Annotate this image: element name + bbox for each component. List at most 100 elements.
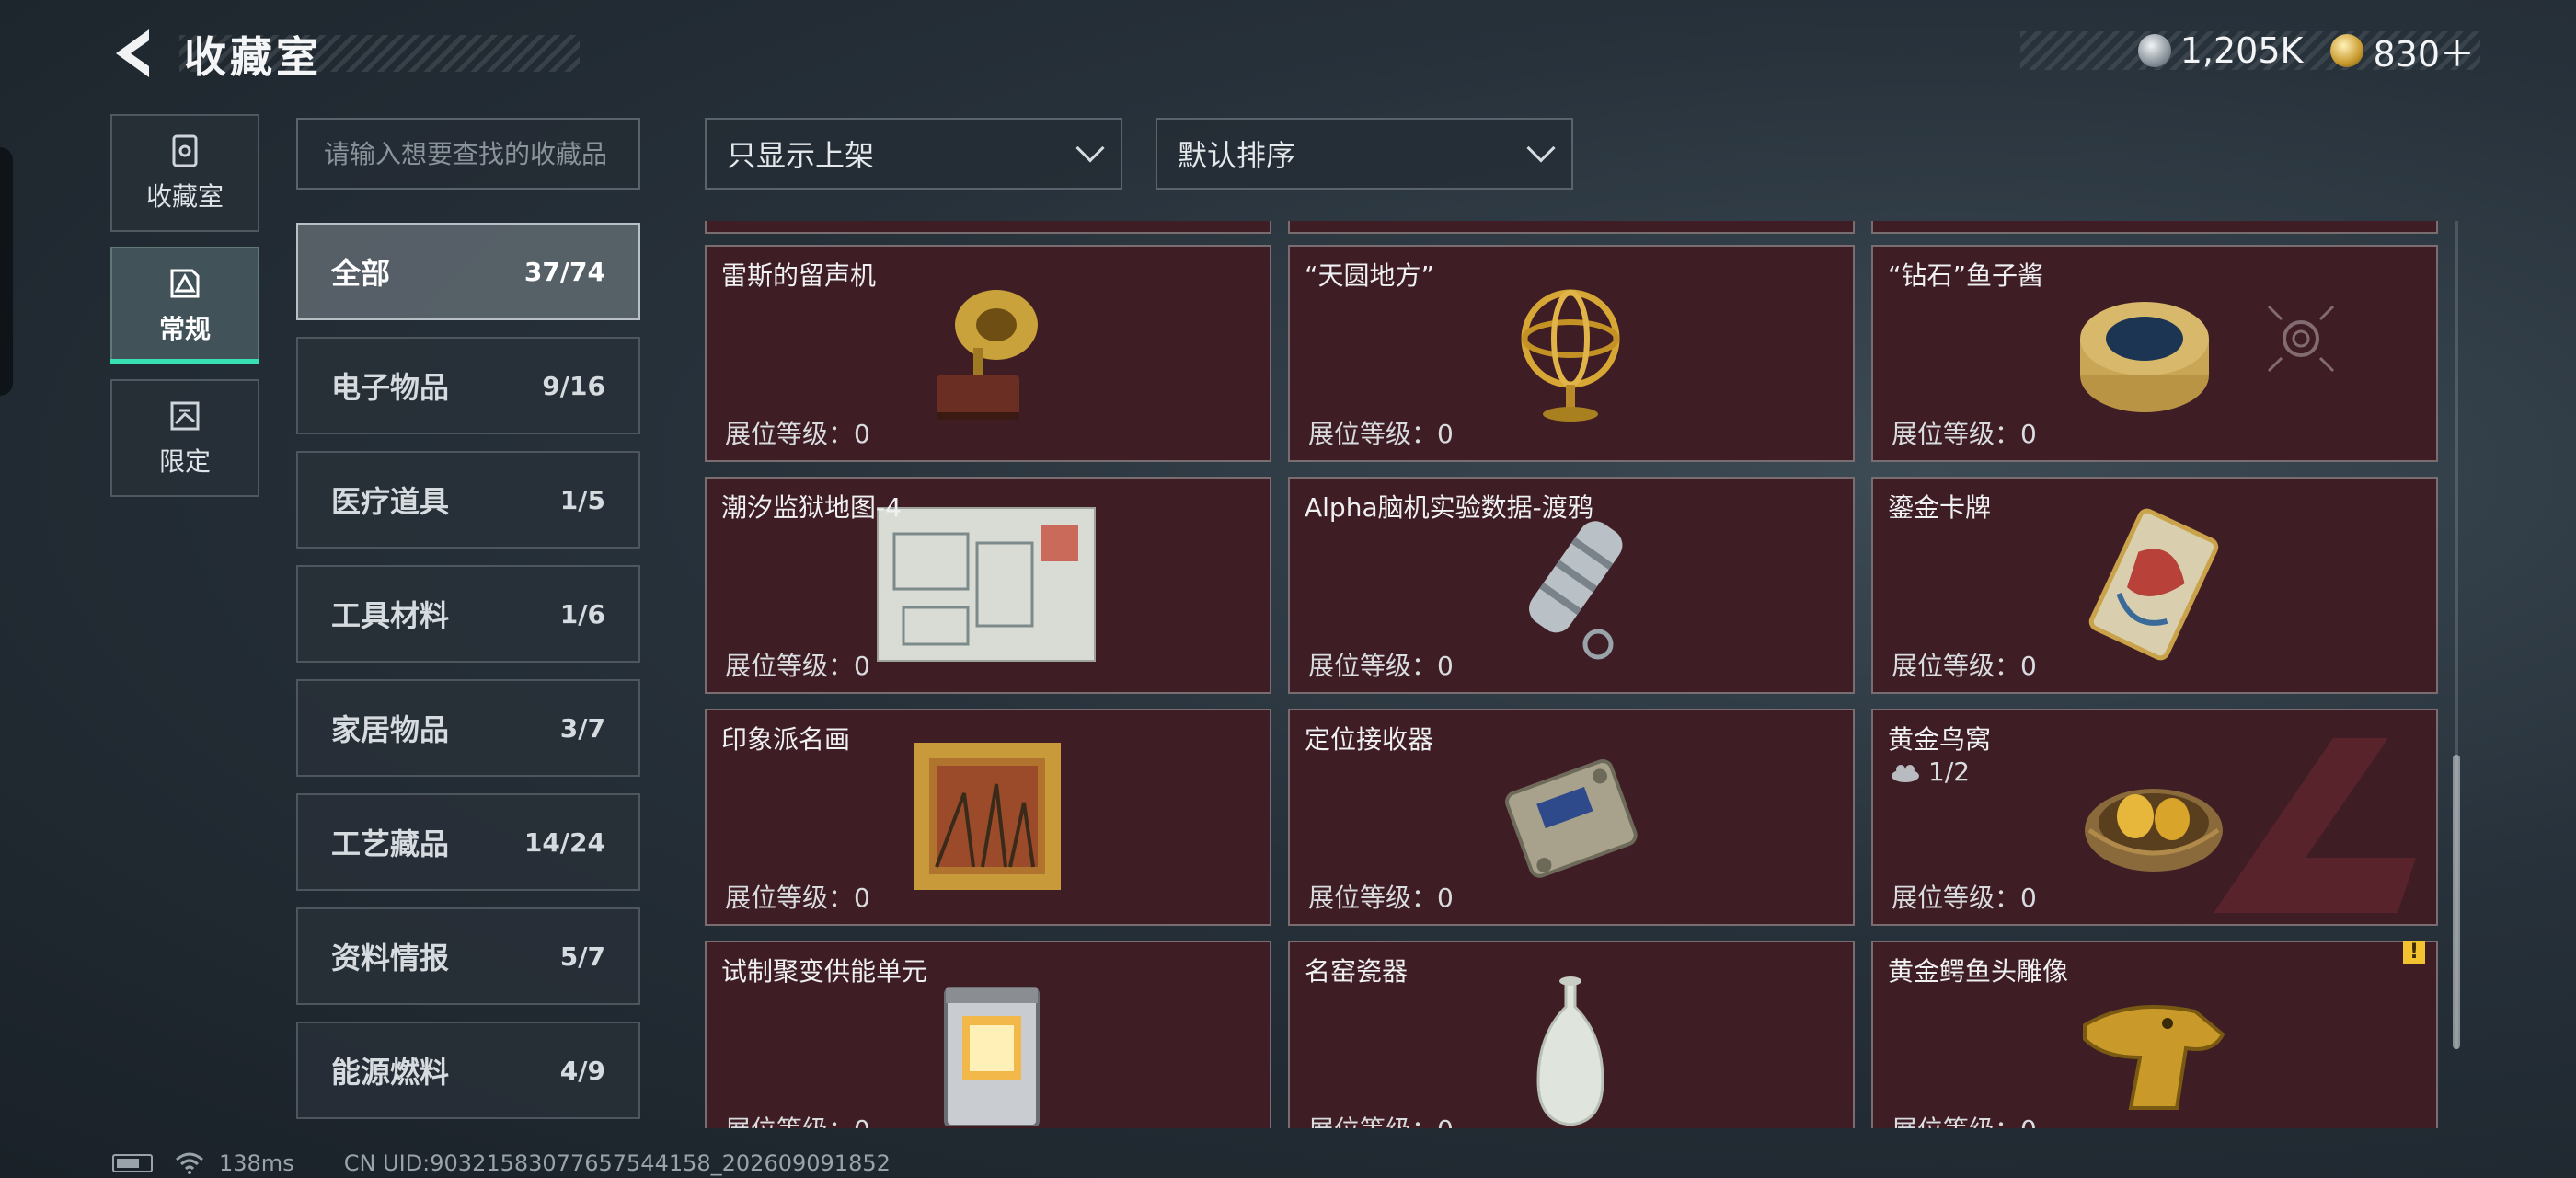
currency-gold[interactable]: 830＋ — [2330, 26, 2475, 76]
category-electronics[interactable]: 电子物品 9/16 — [296, 337, 640, 434]
item-name: 黄金鸟窝 — [1888, 724, 1992, 755]
chevron-down-icon — [1075, 133, 1105, 163]
item-name: 潮汐监狱地图-4 — [721, 492, 902, 523]
search-input[interactable] — [296, 118, 640, 190]
item-level: 展位等级：0 — [725, 1110, 870, 1128]
item-card[interactable]: 潮汐监狱地图-4 展位等级：0 — [705, 477, 1271, 694]
category-count: 5/7 — [559, 941, 605, 972]
category-count: 1/6 — [559, 598, 605, 629]
item-card[interactable]: 黄金鳄鱼头雕像 ! 展位等级：0 — [1871, 941, 2438, 1128]
item-name: 鎏金卡牌 — [1888, 492, 1992, 523]
item-name: 名窑瓷器 — [1305, 956, 1409, 987]
item-card[interactable]: 印象派名画 展位等级：0 — [705, 709, 1271, 926]
category-label: 家居物品 — [331, 712, 450, 747]
golden-crocodile-image — [2083, 1005, 2225, 1110]
armillary-sphere-image — [1521, 289, 1620, 422]
category-medical[interactable]: 医疗道具 1/5 — [296, 451, 640, 549]
item-level: 展位等级：0 — [1308, 651, 1454, 681]
scrollbar-thumb[interactable] — [2453, 755, 2460, 1049]
card-partial — [1871, 221, 2438, 234]
category-label: 资料情报 — [331, 941, 450, 976]
category-label: 能源燃料 — [331, 1055, 450, 1090]
item-card[interactable]: “天圆地方” 展位等级：0 — [1288, 245, 1855, 462]
item-name: 印象派名画 — [721, 724, 851, 755]
tab-collection-room[interactable]: 收藏室 — [110, 114, 259, 232]
item-name: 试制聚变供能单元 — [721, 956, 928, 987]
target-reticle-icon — [2267, 305, 2335, 373]
screen-edge-notch — [0, 147, 13, 396]
item-name: 定位接收器 — [1305, 724, 1434, 755]
tab-limited[interactable]: 限定 — [110, 379, 259, 497]
alert-badge: ! — [2403, 941, 2425, 964]
category-crafts[interactable]: 工艺藏品 14/24 — [296, 793, 640, 891]
silver-coin-icon — [2137, 34, 2171, 67]
card-partial — [1288, 221, 1855, 234]
sort-dropdown[interactable]: 默认排序 — [1156, 118, 1573, 190]
tab-label: 收藏室 — [145, 181, 224, 212]
category-label: 电子物品 — [331, 370, 450, 405]
gold-coin-icon — [2330, 34, 2364, 67]
category-count: 4/9 — [559, 1055, 605, 1086]
limited-icon — [170, 401, 200, 431]
item-card[interactable]: Alpha脑机实验数据-渡鸦 展位等级：0 — [1288, 477, 1855, 694]
uid-text: CN UID:90321583077657544158_202609091852 — [343, 1150, 891, 1176]
display-filter-dropdown[interactable]: 只显示上架 — [705, 118, 1122, 190]
item-level: 展位等级：0 — [1892, 419, 2037, 449]
category-count: 9/16 — [542, 370, 605, 401]
item-card[interactable]: 鎏金卡牌 展位等级：0 — [1871, 477, 2438, 694]
item-level: 展位等级：0 — [1308, 1110, 1454, 1128]
sort-value: 默认排序 — [1178, 138, 1296, 173]
category-label: 医疗道具 — [331, 484, 450, 519]
item-name: 雷斯的留声机 — [721, 260, 877, 291]
category-household[interactable]: 家居物品 3/7 — [296, 679, 640, 777]
regular-icon — [170, 269, 200, 298]
porcelain-vase-image — [1536, 976, 1604, 1126]
caviar-tin-image — [2080, 302, 2209, 412]
card-partial — [705, 221, 1271, 234]
fusion-unit-image — [944, 987, 1040, 1126]
gramophone-image — [937, 290, 1038, 420]
painting-image — [914, 743, 1061, 890]
item-level: 展位等级：0 — [1308, 419, 1454, 449]
collection-room-icon — [172, 134, 198, 167]
category-label: 全部 — [331, 256, 391, 291]
item-name: 黄金鳄鱼头雕像 — [1888, 956, 2069, 987]
item-card[interactable]: 定位接收器 展位等级：0 — [1288, 709, 1855, 926]
item-card[interactable]: 雷斯的留声机 展位等级：0 — [705, 245, 1271, 462]
item-card[interactable]: 名窑瓷器 展位等级：0 — [1288, 941, 1855, 1128]
category-count: 3/7 — [559, 712, 605, 744]
item-name: “天圆地方” — [1305, 260, 1435, 291]
category-label: 工具材料 — [331, 598, 450, 633]
item-progress: 1/2 — [1890, 756, 1970, 787]
item-level: 展位等级：0 — [1892, 1110, 2037, 1128]
chevron-down-icon — [1526, 133, 1556, 163]
item-level: 展位等级：0 — [1892, 651, 2037, 681]
battery-icon — [112, 1154, 153, 1172]
currency-bar: 1,205K 830＋ — [2020, 30, 2480, 75]
status-footer: 138ms CN UID:90321583077657544158_202609… — [112, 1150, 891, 1176]
category-intel[interactable]: 资料情报 5/7 — [296, 907, 640, 1005]
currency-silver: 1,205K — [2137, 30, 2304, 71]
currency-silver-value: 1,205K — [2179, 30, 2304, 71]
ping-value: 138ms — [219, 1150, 294, 1176]
category-label: 工艺藏品 — [331, 826, 450, 861]
tab-label: 限定 — [158, 446, 211, 477]
item-level: 展位等级：0 — [725, 651, 870, 681]
category-all[interactable]: 全部 37/74 — [296, 223, 640, 320]
currency-gold-value: 830＋ — [2373, 33, 2475, 75]
item-card[interactable]: 黄金鸟窝 1/2 展位等级：0 — [1871, 709, 2438, 926]
item-card[interactable]: 试制聚变供能单元 展位等级：0 — [705, 941, 1271, 1128]
data-capsule-image — [1529, 521, 1623, 660]
locator-receiver-image — [1505, 759, 1638, 878]
gilded-card-image — [2088, 508, 2219, 661]
category-energy[interactable]: 能源燃料 4/9 — [296, 1022, 640, 1119]
tab-label: 常规 — [158, 314, 211, 344]
back-arrow-icon[interactable] — [109, 26, 164, 81]
tab-regular[interactable]: 常规 — [110, 247, 259, 364]
item-level: 展位等级：0 — [725, 883, 870, 913]
category-tools[interactable]: 工具材料 1/6 — [296, 565, 640, 663]
collection-grid[interactable]: 雷斯的留声机 展位等级：0 “天圆地方” 展位等级：0 “钻石”鱼子酱 展位等级… — [705, 221, 2445, 1128]
item-progress-value: 1/2 — [1928, 756, 1971, 787]
item-card[interactable]: “钻石”鱼子酱 展位等级：0 — [1871, 245, 2438, 462]
item-level: 展位等级：0 — [1308, 883, 1454, 913]
